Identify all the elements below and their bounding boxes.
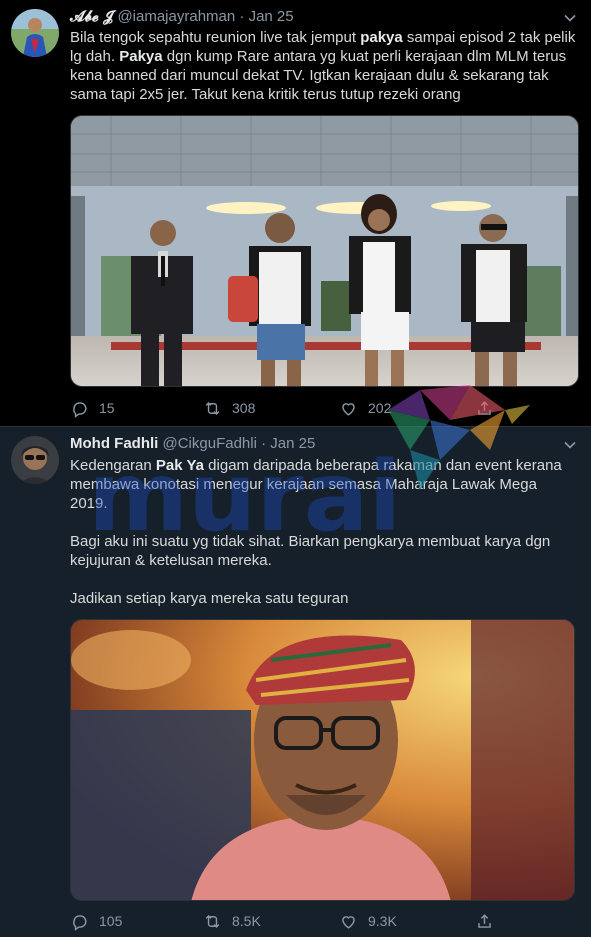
tweet-actions: 15 308 202 <box>70 396 510 420</box>
reply-icon <box>73 914 87 931</box>
tweet-date[interactable]: Jan 25 <box>249 8 294 25</box>
chevron-down-icon[interactable] <box>563 11 577 25</box>
reply-count: 105 <box>99 913 123 929</box>
reply-icon <box>73 401 87 418</box>
like-count: 202 <box>368 400 392 416</box>
like-icon <box>342 915 355 929</box>
share-icon <box>478 913 491 928</box>
tweet-text: Bila tengok sepahtu reunion live tak jem… <box>70 29 576 103</box>
retweet-icon <box>205 914 220 928</box>
tweet-1[interactable]: 𝓐𝓫𝓮 𝓙 @iamajayrahman · Jan 25 Bila tengo… <box>0 0 591 426</box>
avatar[interactable] <box>11 436 59 484</box>
separator-dot: · <box>261 435 267 452</box>
share-button[interactable] <box>475 909 504 933</box>
like-button[interactable]: 9.3K <box>339 909 397 933</box>
retweet-icon <box>205 401 220 415</box>
user-handle[interactable]: @iamajayrahman <box>117 8 235 25</box>
separator-dot: · <box>239 8 245 25</box>
display-name[interactable]: Mohd Fadhli <box>70 435 158 452</box>
tweet-header: 𝓐𝓫𝓮 𝓙 @iamajayrahman · Jan 25 <box>70 7 567 27</box>
retweet-count: 308 <box>232 400 256 416</box>
like-icon <box>342 402 355 416</box>
share-button[interactable] <box>475 396 504 420</box>
like-count: 9.3K <box>368 913 397 929</box>
reply-button[interactable]: 105 <box>70 909 122 933</box>
tweet-2[interactable]: Mohd Fadhli @CikguFadhli · Jan 25 Kedeng… <box>0 426 591 937</box>
tweet-photo[interactable] <box>70 115 579 387</box>
tweet-actions: 105 8.5K 9.3K <box>70 909 510 933</box>
chevron-down-icon[interactable] <box>563 438 577 452</box>
tweet-date[interactable]: Jan 25 <box>270 435 315 452</box>
retweet-count: 8.5K <box>232 913 261 929</box>
retweet-button[interactable]: 308 <box>203 396 255 420</box>
avatar[interactable] <box>11 9 59 57</box>
tweet-header: Mohd Fadhli @CikguFadhli · Jan 25 <box>70 434 567 454</box>
reply-button[interactable]: 15 <box>70 396 115 420</box>
reply-count: 15 <box>99 400 115 416</box>
tweet-photo[interactable] <box>70 619 575 901</box>
user-handle[interactable]: @CikguFadhli <box>163 435 257 452</box>
retweet-button[interactable]: 8.5K <box>203 909 261 933</box>
like-button[interactable]: 202 <box>339 396 391 420</box>
share-icon <box>478 400 491 415</box>
display-name[interactable]: 𝓐𝓫𝓮 𝓙 <box>70 8 113 25</box>
tweet-text: Kedengaran Pak Ya digam daripada beberap… <box>70 457 562 607</box>
